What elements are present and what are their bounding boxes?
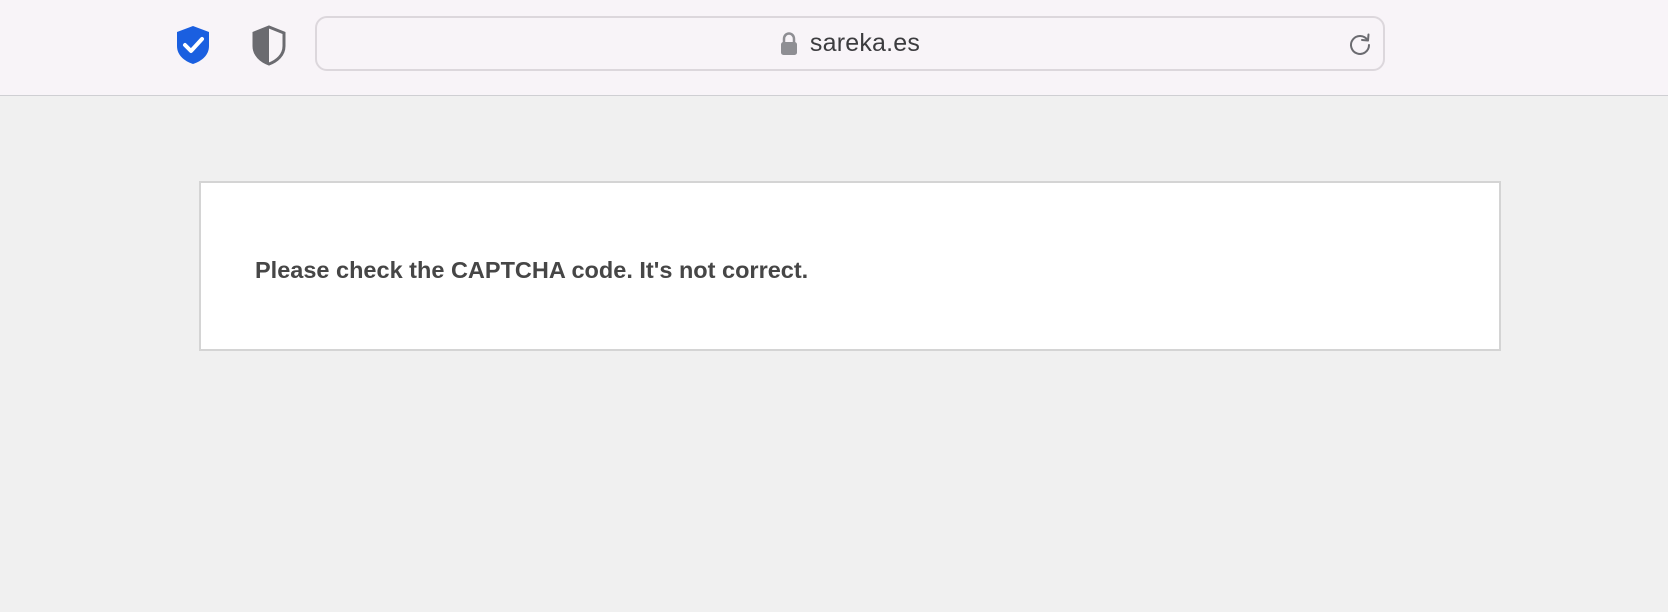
reload-icon[interactable]: [1347, 31, 1373, 57]
error-message: Please check the CAPTCHA code. It's not …: [255, 257, 809, 283]
browser-toolbar: sareka.es: [0, 0, 1668, 96]
url-text: sareka.es: [809, 29, 921, 57]
shield-check-icon[interactable]: [174, 24, 212, 66]
address-bar[interactable]: sareka.es: [315, 16, 1385, 71]
lock-icon: [780, 31, 798, 56]
error-card: Please check the CAPTCHA code. It's not …: [199, 181, 1501, 351]
shield-half-icon[interactable]: [250, 24, 288, 66]
